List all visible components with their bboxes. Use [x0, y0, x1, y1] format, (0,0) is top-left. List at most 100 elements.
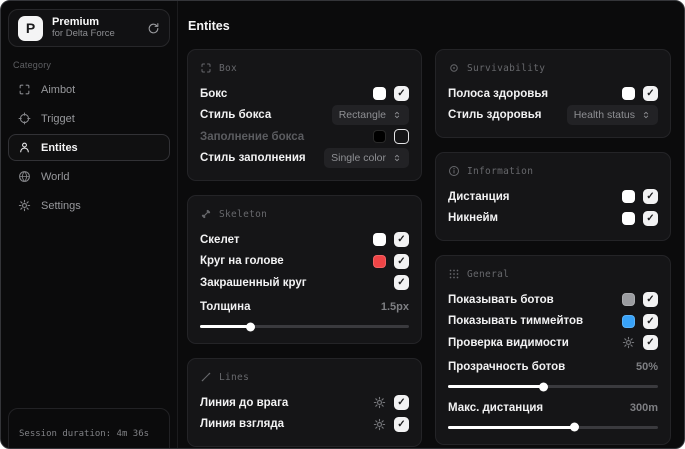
checkbox[interactable]: [643, 313, 658, 329]
color-swatch[interactable]: [373, 254, 386, 268]
grid-dots-icon: [448, 268, 460, 280]
color-swatch[interactable]: [622, 87, 635, 101]
gear-icon[interactable]: [373, 418, 386, 431]
setting-row-enemy-line: Линия до врага: [200, 392, 409, 414]
setting-label: Линия взгляда: [200, 418, 285, 431]
box-style-dropdown[interactable]: Rectangle: [331, 105, 409, 126]
gear-icon[interactable]: [373, 396, 386, 409]
page-title: Entites: [188, 19, 230, 33]
chevrons-up-down-icon: [641, 110, 651, 120]
setting-label: Проверка видимости: [448, 336, 569, 349]
category-label: Category: [13, 60, 52, 70]
panel-header-label: Lines: [219, 371, 250, 383]
setting-label: Полоса здоровья: [448, 87, 549, 100]
checkbox[interactable]: [643, 86, 658, 102]
slider-value: 50%: [635, 361, 658, 374]
setting-label: Никнейм: [448, 212, 499, 225]
setting-row-visibility-check: Проверка видимости: [448, 332, 658, 354]
panel-header-label: General: [467, 268, 510, 280]
checkbox[interactable]: [643, 189, 658, 205]
session-box: Session duration: 4m 36s: [8, 408, 170, 448]
setting-row-show-teammates: Показывать тиммейтов: [448, 311, 658, 333]
color-swatch[interactable]: [373, 130, 386, 144]
slider-thumb[interactable]: [246, 322, 256, 331]
line-icon: [200, 371, 212, 383]
gear-icon[interactable]: [622, 336, 635, 349]
color-swatch[interactable]: [373, 87, 386, 101]
crosshair-icon: [18, 112, 31, 125]
setting-row-box-fill: Заполнение бокса: [200, 126, 409, 148]
sidebar-item-aimbot[interactable]: Aimbot: [8, 76, 170, 103]
sidebar-item-label: Trigget: [41, 112, 75, 125]
panel-information: Information Дистанция Никнейм: [435, 152, 671, 241]
panel-header-label: Information: [467, 165, 534, 177]
brand-text: Premium for Delta Force: [52, 16, 138, 40]
panel-header-label: Box: [219, 62, 238, 74]
checkbox[interactable]: [643, 292, 658, 308]
checkbox[interactable]: [643, 335, 658, 351]
color-swatch[interactable]: [622, 190, 635, 204]
info-icon: [448, 165, 460, 177]
setting-row-health-style: Стиль здоровья Health status: [448, 105, 658, 127]
setting-row-view-line: Линия взгляда: [200, 414, 409, 436]
sidebar-item-settings[interactable]: Settings: [8, 192, 170, 219]
setting-label: Толщина: [200, 301, 251, 314]
setting-label: Стиль заполнения: [200, 152, 306, 165]
setting-label: Линия до врага: [200, 396, 289, 409]
session-duration: Session duration: 4m 36s: [19, 429, 150, 439]
color-swatch[interactable]: [373, 233, 386, 247]
panel-box: Box Бокс Стиль бокса: [187, 49, 422, 181]
checkbox[interactable]: [394, 253, 409, 269]
bone-icon: [200, 208, 212, 220]
checkbox[interactable]: [394, 416, 409, 432]
slider-label-row: Толщина 1.5px: [200, 297, 409, 319]
setting-label: Заполнение бокса: [200, 130, 305, 143]
dropdown-value: Single color: [331, 152, 386, 165]
panel-lines-header: Lines: [200, 371, 409, 383]
setting-row-filled-circle: Закрашенный круг: [200, 272, 409, 294]
checkbox[interactable]: [394, 129, 409, 145]
checkbox[interactable]: [394, 86, 409, 102]
bot-opacity-slider[interactable]: [448, 382, 658, 391]
panel-survivability: Survivability Полоса здоровья Стиль здор…: [435, 49, 671, 138]
focus-icon: [448, 62, 460, 74]
scan-icon: [18, 83, 31, 96]
sidebar-item-entites[interactable]: Entites: [8, 134, 170, 161]
checkbox[interactable]: [394, 395, 409, 411]
setting-label: Макс. дистанция: [448, 401, 544, 414]
fill-style-dropdown[interactable]: Single color: [324, 148, 409, 169]
panel-survivability-header: Survivability: [448, 62, 658, 74]
sidebar-item-world[interactable]: World: [8, 163, 170, 190]
checkbox[interactable]: [394, 232, 409, 248]
setting-label: Показывать ботов: [448, 293, 554, 306]
color-swatch[interactable]: [622, 211, 635, 225]
setting-row-fill-style: Стиль заполнения Single color: [200, 148, 409, 170]
thickness-slider[interactable]: [200, 322, 409, 331]
color-swatch[interactable]: [622, 314, 635, 328]
brand-card: P Premium for Delta Force: [8, 9, 170, 47]
health-style-dropdown[interactable]: Health status: [566, 105, 658, 126]
app-window: P Premium for Delta Force Category Aimbo…: [0, 0, 685, 449]
setting-label: Скелет: [200, 233, 240, 246]
setting-label: Показывать тиммейтов: [448, 315, 584, 328]
brand-logo: P: [18, 15, 43, 41]
dropdown-value: Health status: [573, 109, 635, 122]
sidebar-item-label: Entites: [41, 141, 78, 154]
slider-thumb[interactable]: [570, 422, 579, 432]
max-distance-slider[interactable]: [448, 422, 658, 432]
sync-icon[interactable]: [147, 22, 160, 35]
color-swatch[interactable]: [622, 293, 635, 307]
panel-general-header: General: [448, 268, 658, 280]
sidebar-item-trigget[interactable]: Trigget: [8, 105, 170, 132]
checkbox[interactable]: [643, 210, 658, 226]
setting-label: Закрашенный круг: [200, 276, 307, 289]
slider-thumb[interactable]: [538, 382, 548, 391]
chevrons-up-down-icon: [392, 110, 402, 120]
setting-label: Стиль здоровья: [448, 109, 542, 122]
thickness-slider-group: Толщина 1.5px: [200, 297, 409, 331]
setting-row-head-circle: Круг на голове: [200, 251, 409, 273]
setting-row-health-bar: Полоса здоровья: [448, 83, 658, 105]
setting-row-skeleton: Скелет: [200, 229, 409, 251]
checkbox[interactable]: [394, 275, 409, 291]
slider-value: 1.5px: [380, 301, 409, 314]
